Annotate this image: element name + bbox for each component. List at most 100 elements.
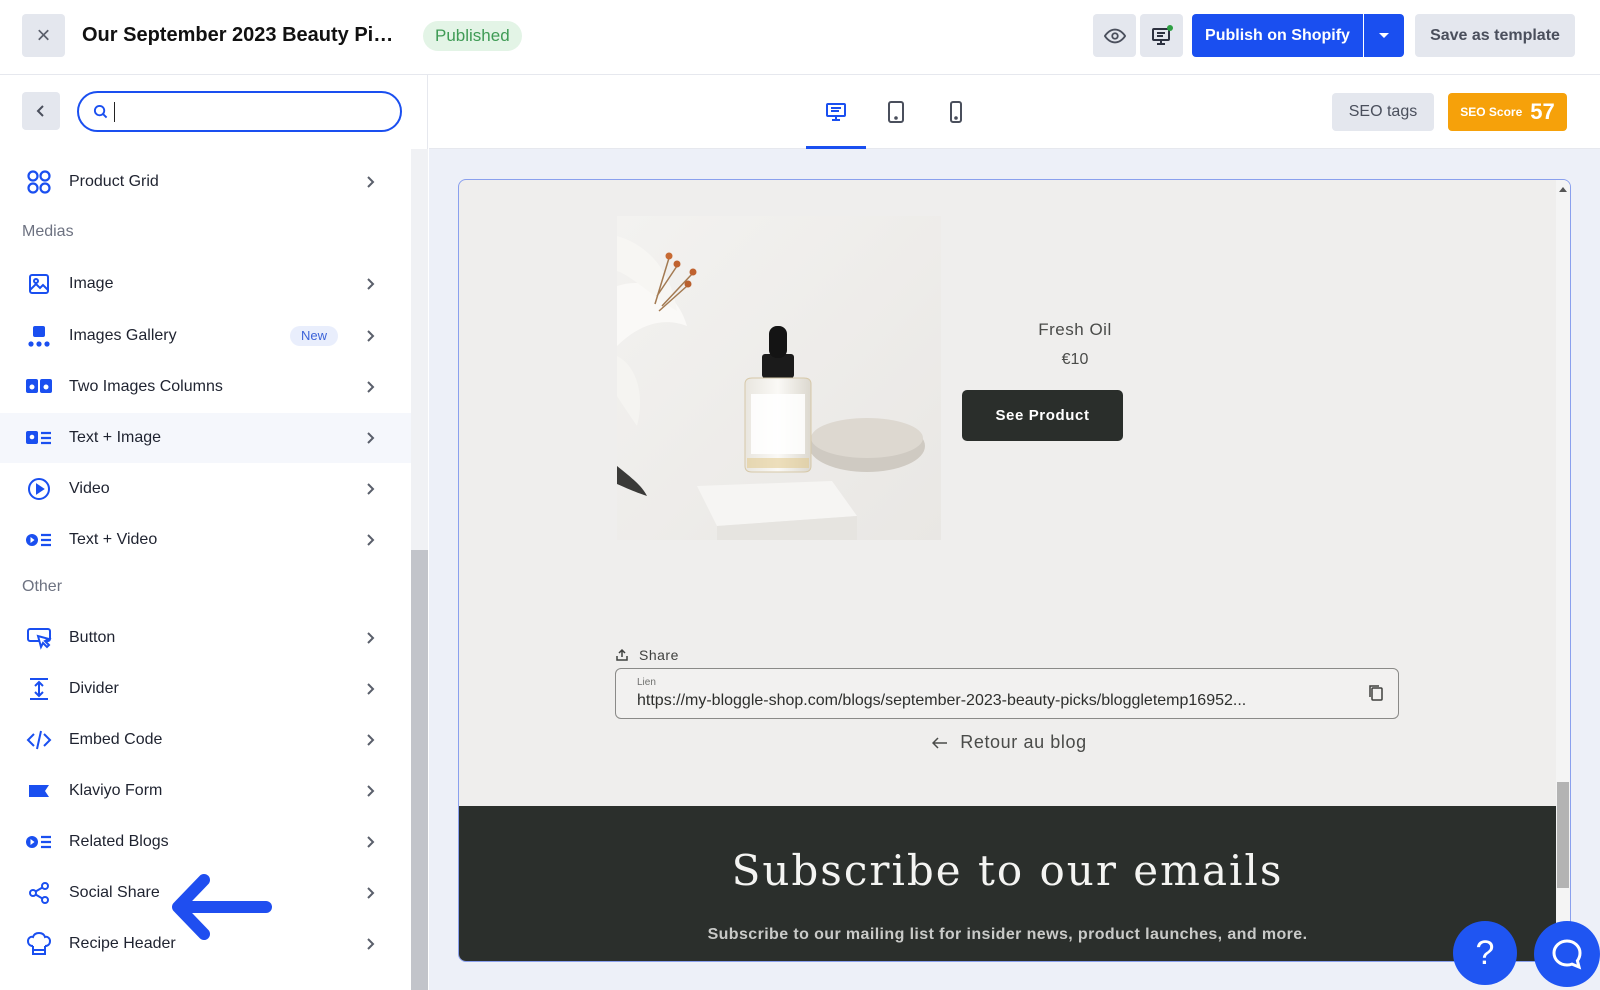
new-badge: New — [290, 326, 339, 346]
chevron-right-icon — [367, 534, 375, 546]
scroll-up-icon[interactable] — [1559, 186, 1567, 192]
newsletter-footer: Subscribe to our emails Subscribe to our… — [459, 806, 1556, 961]
desktop-view-tab[interactable] — [806, 75, 866, 149]
sidebar-item-label: Product Grid — [69, 173, 159, 190]
product-name: Fresh Oil — [1038, 320, 1112, 339]
chevron-right-icon — [367, 683, 375, 695]
search-icon — [93, 104, 108, 119]
help-button[interactable]: ? — [1453, 921, 1517, 985]
images-gallery-icon — [26, 323, 52, 349]
sidebar-item-label: Text + Video — [69, 531, 158, 548]
chevron-right-icon — [367, 483, 375, 495]
publish-on-shopify-button[interactable]: Publish on Shopify — [1192, 14, 1363, 57]
sidebar-item-image[interactable]: Image — [0, 259, 411, 309]
back-to-blog-label: Retour au blog — [960, 732, 1087, 752]
chevron-right-icon — [367, 381, 375, 393]
page-title: Our September 2023 Beauty Picks — [82, 24, 402, 46]
save-as-template-button[interactable]: Save as template — [1415, 14, 1575, 57]
seo-score-badge[interactable]: SEO Score 57 — [1448, 93, 1567, 131]
sidebar-item-label: Images Gallery — [69, 327, 177, 344]
tablet-view-tab[interactable] — [866, 75, 926, 149]
share-label: Share — [639, 647, 679, 663]
back-button[interactable] — [22, 92, 60, 130]
desktop-status-button[interactable] — [1140, 14, 1183, 57]
sidebar-item-label: Embed Code — [69, 731, 163, 748]
share-link-url[interactable]: https://my-bloggle-shop.com/blogs/septem… — [637, 692, 1337, 710]
desktop-icon — [826, 103, 846, 121]
sidebar-item-two-images-columns[interactable]: Two Images Columns — [0, 362, 411, 412]
share-link-label: Lien — [637, 677, 656, 688]
chevron-right-icon — [367, 632, 375, 644]
sidebar-item-product-grid[interactable]: Product Grid — [0, 157, 411, 207]
sidebar-header — [0, 75, 428, 149]
section-title-other: Other — [22, 578, 63, 595]
chevron-right-icon — [367, 330, 375, 342]
image-icon — [26, 271, 52, 297]
sidebar-item-images-gallery[interactable]: Images Gallery New — [0, 311, 411, 361]
chevron-right-icon — [367, 176, 375, 188]
sidebar-item-embed-code[interactable]: Embed Code — [0, 715, 411, 765]
sidebar-scrollbar-thumb[interactable] — [411, 550, 428, 990]
klaviyo-icon — [26, 778, 52, 804]
tablet-icon — [888, 101, 904, 123]
blocks-sidebar: Product Grid Medias Image Images Gallery… — [0, 149, 411, 990]
product-price: €10 — [1061, 351, 1089, 368]
eye-icon — [1103, 28, 1126, 43]
sidebar-item-label: Klaviyo Form — [69, 782, 163, 799]
see-product-button[interactable]: See Product — [962, 390, 1123, 441]
sidebar-item-button[interactable]: Button — [0, 613, 411, 663]
copy-icon[interactable] — [1368, 684, 1384, 702]
upload-share-icon — [616, 648, 628, 661]
text-image-icon — [26, 425, 52, 451]
chevron-left-icon — [36, 105, 44, 117]
button-icon — [26, 625, 52, 651]
sidebar-item-label: Divider — [69, 680, 119, 697]
chevron-right-icon — [367, 278, 375, 290]
sidebar-item-text-image[interactable]: Text + Image — [0, 413, 411, 463]
sidebar-item-label: Image — [69, 275, 114, 292]
page-preview[interactable]: Fresh Oil €10 See Product Share Lien htt… — [458, 179, 1571, 962]
arrow-left-icon — [932, 736, 948, 749]
chevron-right-icon — [367, 734, 375, 746]
top-bar: × Our September 2023 Beauty Picks Publis… — [0, 0, 1600, 75]
product-grid-icon — [26, 169, 52, 195]
product-image — [617, 216, 941, 540]
question-mark-icon: ? — [1475, 933, 1495, 972]
sidebar-item-label: Two Images Columns — [69, 378, 223, 395]
search-field[interactable] — [77, 91, 402, 132]
chevron-right-icon — [367, 432, 375, 444]
back-to-blog-link[interactable]: Retour au blog — [459, 732, 1560, 753]
chevron-right-icon — [367, 836, 375, 848]
status-badge: Published — [423, 21, 522, 51]
sidebar-item-label: Recipe Header — [69, 935, 176, 952]
preview-scrollbar[interactable] — [1556, 180, 1570, 961]
close-icon: × — [36, 21, 51, 49]
section-title-medias: Medias — [22, 223, 74, 240]
publish-options-dropdown[interactable] — [1364, 14, 1404, 57]
mobile-view-tab[interactable] — [926, 75, 986, 149]
chevron-right-icon — [367, 887, 375, 899]
chef-hat-icon — [26, 931, 52, 957]
sidebar-item-divider[interactable]: Divider — [0, 664, 411, 714]
search-input[interactable] — [123, 102, 383, 121]
preview-scrollbar-thumb[interactable] — [1557, 782, 1569, 888]
preview-button[interactable] — [1093, 14, 1136, 57]
sidebar-item-related-blogs[interactable]: Related Blogs — [0, 817, 411, 867]
share-header: Share — [615, 647, 679, 663]
seo-tags-button[interactable]: SEO tags — [1332, 93, 1434, 131]
seo-score-label: SEO Score — [1460, 105, 1523, 119]
embed-code-icon — [26, 727, 52, 753]
sidebar-item-video[interactable]: Video — [0, 464, 411, 514]
sidebar-item-label: Text + Image — [69, 429, 162, 446]
sidebar-item-label: Button — [69, 629, 116, 646]
chat-button[interactable] — [1534, 921, 1600, 987]
video-icon — [26, 476, 52, 502]
sidebar-item-text-video[interactable]: Text + Video — [0, 515, 411, 565]
share-link-field[interactable]: Lien https://my-bloggle-shop.com/blogs/s… — [615, 668, 1399, 719]
sidebar-item-label: Related Blogs — [69, 833, 169, 850]
text-cursor — [114, 101, 115, 122]
sidebar-item-klaviyo-form[interactable]: Klaviyo Form — [0, 766, 411, 816]
close-button[interactable]: × — [22, 14, 65, 57]
monitor-status-icon — [1151, 24, 1173, 45]
two-images-icon — [26, 374, 52, 400]
